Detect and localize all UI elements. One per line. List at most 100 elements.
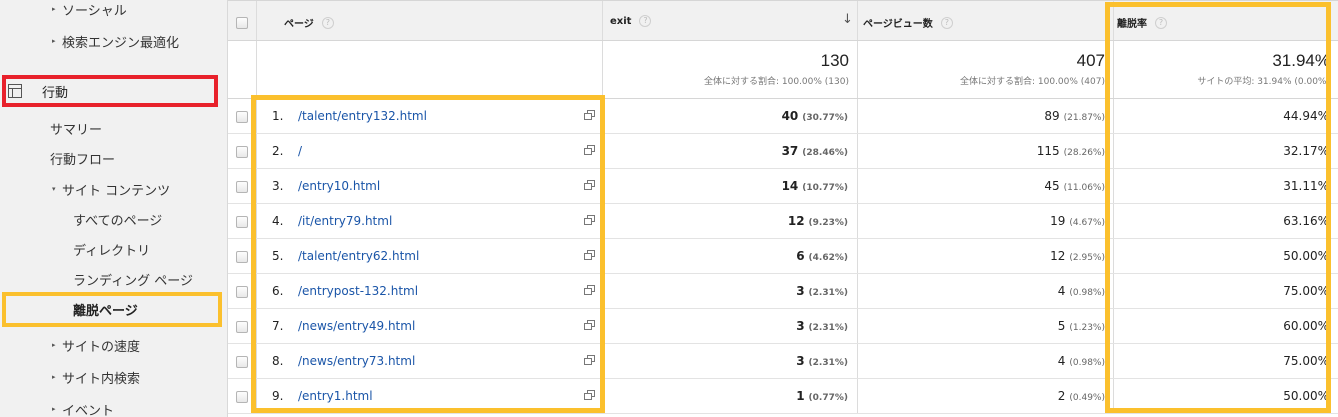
column-header-label: exit: [610, 15, 632, 27]
sidebar-item-directory[interactable]: ディレクトリ: [0, 234, 228, 264]
table-row: 3. /entry10.html 14 (10.77%) 45 (11.06%) 3…: [228, 169, 1338, 204]
page-link[interactable]: /news/entry49.html: [298, 319, 415, 333]
pageviews-percent: (28.26%): [1063, 148, 1105, 158]
row-checkbox[interactable]: [228, 344, 256, 379]
expand-arrow-icon: ▸: [52, 5, 56, 13]
open-external-icon[interactable]: [584, 250, 595, 260]
pageviews-total: 407: [1076, 51, 1105, 70]
sidebar-item-events[interactable]: ▸ イベント: [0, 394, 228, 417]
report-table: ページ ? exit ? ↓ ページビュー数 ? 離脱率 ? 130 全体に対す…: [228, 0, 1338, 417]
exit-total: 130: [820, 51, 849, 70]
sidebar-item-label: ランディング ページ: [73, 273, 193, 289]
page-link[interactable]: /entry10.html: [298, 179, 380, 193]
help-icon[interactable]: ?: [321, 16, 334, 29]
row-index: 9.: [272, 389, 284, 403]
pageviews-cell: 45 (11.06%): [857, 179, 1105, 193]
pageviews-cell: 5 (1.23%): [857, 319, 1105, 333]
expand-arrow-icon: ▸: [52, 405, 56, 413]
row-index: 6.: [272, 284, 284, 298]
page-link[interactable]: /talent/entry62.html: [298, 249, 419, 263]
page-link[interactable]: /entrypost-132.html: [298, 284, 418, 298]
bounce-cell: 50.00%: [1113, 249, 1329, 263]
sidebar-item-behavior[interactable]: 行動: [0, 76, 228, 106]
table-row: 5. /talent/entry62.html 6 (4.62%) 12 (2.95…: [228, 239, 1338, 274]
sidebar-item-all-pages[interactable]: すべてのページ: [0, 204, 228, 234]
open-external-icon[interactable]: [584, 110, 595, 120]
row-checkbox[interactable]: [228, 309, 256, 344]
bounce-value: 50.00%: [1283, 389, 1329, 403]
open-external-icon[interactable]: [584, 355, 595, 365]
exit-value: 3: [796, 319, 805, 333]
bounce-value: 75.00%: [1283, 354, 1329, 368]
row-index: 2.: [272, 144, 284, 158]
table-row: 7. /news/entry49.html 3 (2.31%) 5 (1.23%) …: [228, 309, 1338, 344]
column-header-bounce[interactable]: 離脱率 ?: [1117, 15, 1167, 30]
help-icon[interactable]: ?: [1155, 16, 1167, 29]
sort-descending-icon[interactable]: ↓: [842, 12, 853, 27]
exit-percent: (30.77%): [802, 113, 848, 123]
select-all-checkbox[interactable]: [236, 14, 248, 33]
pageviews-cell: 4 (0.98%): [857, 354, 1105, 368]
column-header-page[interactable]: ページ ?: [284, 15, 334, 30]
exit-percent: (2.31%): [808, 358, 848, 368]
pageviews-percent: (11.06%): [1063, 183, 1105, 193]
sidebar-item-social[interactable]: ▸ ソーシャル: [0, 0, 228, 24]
pageviews-cell: 2 (0.49%): [857, 389, 1105, 403]
page-link[interactable]: /it/entry79.html: [298, 214, 392, 228]
sidebar-item-behavior-flow[interactable]: 行動フロー: [0, 143, 228, 173]
page-link[interactable]: /: [298, 144, 302, 158]
row-checkbox[interactable]: [228, 239, 256, 274]
open-external-icon[interactable]: [584, 145, 595, 155]
open-external-icon[interactable]: [584, 285, 595, 295]
table-row: 2. / 37 (28.46%) 115 (28.26%) 32.17%: [228, 134, 1338, 169]
sidebar: ▸ ソーシャル ▸ 検索エンジン最適化 行動 サマリー 行動フロー ▾ サイト …: [0, 0, 228, 417]
pageviews-value: 12: [1050, 249, 1066, 263]
sidebar-item-seo[interactable]: ▸ 検索エンジン最適化: [0, 26, 228, 56]
pageviews-total-note: 全体に対する割合: 100.00% (407): [960, 77, 1105, 87]
sidebar-item-site-speed[interactable]: ▸ サイトの速度: [0, 330, 228, 360]
page-link[interactable]: /entry1.html: [298, 389, 373, 403]
sidebar-item-label: サイト コンテンツ: [62, 183, 171, 199]
exit-value: 12: [787, 214, 805, 228]
sidebar-item-exit-pages[interactable]: 離脱ページ: [0, 294, 228, 324]
pageviews-value: 19: [1050, 214, 1066, 228]
open-external-icon[interactable]: [584, 320, 595, 330]
bounce-total: 31.94%: [1272, 51, 1330, 70]
help-icon[interactable]: ?: [940, 16, 953, 29]
exit-cell: 3 (2.31%): [602, 319, 848, 333]
column-header-pageviews[interactable]: ページビュー数 ?: [863, 15, 953, 30]
page-link[interactable]: /talent/entry132.html: [298, 109, 427, 123]
pageviews-value: 45: [1044, 179, 1060, 193]
column-header-exit[interactable]: exit ?: [610, 15, 652, 27]
open-external-icon[interactable]: [584, 215, 595, 225]
pageviews-cell: 115 (28.26%): [857, 144, 1105, 158]
pageviews-cell: 19 (4.67%): [857, 214, 1105, 228]
row-checkbox[interactable]: [228, 274, 256, 309]
page-link[interactable]: /news/entry73.html: [298, 354, 415, 368]
row-checkbox[interactable]: [228, 134, 256, 169]
exit-cell: 1 (0.77%): [602, 389, 848, 403]
exit-percent: (4.62%): [808, 253, 848, 263]
row-checkbox[interactable]: [228, 379, 256, 414]
row-index: 1.: [272, 109, 284, 123]
table-row: 8. /news/entry73.html 3 (2.31%) 4 (0.98%) …: [228, 344, 1338, 379]
column-header-label: 離脱率: [1117, 19, 1147, 30]
sidebar-item-landing-pages[interactable]: ランディング ページ: [0, 264, 228, 294]
help-icon[interactable]: ?: [639, 15, 652, 27]
pageviews-value: 2: [1057, 389, 1066, 403]
row-checkbox[interactable]: [228, 169, 256, 204]
expand-arrow-icon: ▸: [52, 341, 56, 349]
sidebar-item-site-search[interactable]: ▸ サイト内検索: [0, 362, 228, 392]
sidebar-item-label: 離脱ページ: [73, 303, 138, 319]
open-external-icon[interactable]: [584, 180, 595, 190]
sidebar-item-site-content[interactable]: ▾ サイト コンテンツ: [0, 174, 228, 204]
pageviews-percent: (1.23%): [1069, 323, 1105, 333]
row-checkbox[interactable]: [228, 204, 256, 239]
row-checkbox[interactable]: [228, 99, 256, 134]
pageviews-value: 115: [1036, 144, 1060, 158]
expand-arrow-icon: ▸: [52, 373, 56, 381]
exit-cell: 3 (2.31%): [602, 284, 848, 298]
exit-percent: (2.31%): [808, 323, 848, 333]
sidebar-item-summary[interactable]: サマリー: [0, 113, 228, 143]
open-external-icon[interactable]: [584, 390, 595, 400]
